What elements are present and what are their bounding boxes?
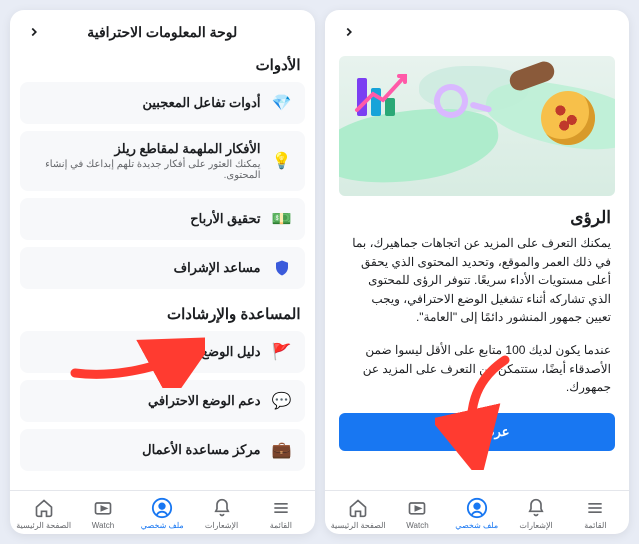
- dashboard-content: الأدوات 💎 أدوات تفاعل المعجبين 💡 الأفكار…: [10, 50, 315, 490]
- nav-notifications[interactable]: الإشعارات: [506, 497, 565, 530]
- nav-label: الإشعارات: [205, 521, 238, 530]
- flag-icon: 🚩: [271, 341, 293, 363]
- item-label: تحقيق الأرباح: [32, 211, 261, 227]
- nav-watch[interactable]: Watch: [388, 497, 447, 530]
- bell-icon: [525, 497, 547, 519]
- nav-label: Watch: [92, 521, 114, 530]
- back-icon[interactable]: [24, 22, 44, 42]
- shield-icon: [271, 257, 293, 279]
- nav-label: القائمة: [270, 521, 292, 530]
- nav-profile[interactable]: ملف شخصي: [447, 497, 506, 530]
- insights-body: يمكنك التعرف على المزيد عن اتجاهات جماهي…: [325, 234, 630, 337]
- item-label: الأفكار الملهمة لمقاطع ريلز: [32, 141, 261, 157]
- section-help-title: المساعدة والإرشادات: [10, 299, 315, 331]
- help-business-center[interactable]: 💼 مركز مساعدة الأعمال: [20, 429, 305, 471]
- insights-title: الرؤى: [325, 204, 630, 234]
- item-label: أدوات تفاعل المعجبين: [32, 95, 261, 111]
- home-icon: [33, 497, 55, 519]
- help-pro-mode-guide[interactable]: 🚩 دليل الوضع الاحترافي: [20, 331, 305, 373]
- nav-label: القائمة: [584, 521, 606, 530]
- item-label: مساعد الإشراف: [32, 260, 261, 276]
- nav-home[interactable]: الصفحة الرئيسية: [329, 497, 388, 530]
- nav-label: الإشعارات: [519, 521, 552, 530]
- header: [325, 10, 630, 50]
- menu-icon: [584, 497, 606, 519]
- menu-icon: [270, 497, 292, 519]
- nav-profile[interactable]: ملف شخصي: [133, 497, 192, 530]
- insights-note: عندما يكون لديك 100 متابع على الأقل ليسو…: [325, 337, 630, 409]
- header: لوحة المعلومات الاحترافية: [10, 10, 315, 50]
- bottom-nav: القائمة الإشعارات ملف شخصي Watch الصفحة …: [325, 490, 630, 534]
- page-title: لوحة المعلومات الاحترافية: [52, 24, 273, 41]
- diamond-icon: 💎: [271, 92, 293, 114]
- watch-icon: [406, 497, 428, 519]
- nav-label: الصفحة الرئيسية: [331, 521, 386, 530]
- item-label: دعم الوضع الاحترافي: [32, 393, 261, 409]
- bell-icon: [211, 497, 233, 519]
- nav-menu[interactable]: القائمة: [251, 497, 310, 530]
- tool-reels-ideas[interactable]: 💡 الأفكار الملهمة لمقاطع ريلز يمكنك العث…: [20, 131, 305, 191]
- chat-icon: 💬: [271, 390, 293, 412]
- nav-label: الصفحة الرئيسية: [16, 521, 71, 530]
- item-label: مركز مساعدة الأعمال: [32, 442, 261, 458]
- help-pro-mode-support[interactable]: 💬 دعم الوضع الاحترافي: [20, 380, 305, 422]
- nav-watch[interactable]: Watch: [73, 497, 132, 530]
- profile-icon: [466, 497, 488, 519]
- tool-moderation-assist[interactable]: مساعد الإشراف: [20, 247, 305, 289]
- nav-label: Watch: [406, 521, 428, 530]
- profile-icon: [151, 497, 173, 519]
- insights-content: الرؤى يمكنك التعرف على المزيد عن اتجاهات…: [325, 50, 630, 490]
- back-icon[interactable]: [339, 22, 359, 42]
- nav-menu[interactable]: القائمة: [566, 497, 625, 530]
- help-list: 🚩 دليل الوضع الاحترافي 💬 دعم الوضع الاحت…: [10, 331, 315, 471]
- section-tools-title: الأدوات: [10, 50, 315, 82]
- nav-label: ملف شخصي: [455, 521, 498, 530]
- home-icon: [347, 497, 369, 519]
- nav-label: ملف شخصي: [141, 521, 184, 530]
- briefcase-icon: 💼: [271, 439, 293, 461]
- insights-hero-illustration: [339, 56, 616, 196]
- watch-icon: [92, 497, 114, 519]
- phone-insights: الرؤى يمكنك التعرف على المزيد عن اتجاهات…: [325, 10, 630, 534]
- phone-dashboard: لوحة المعلومات الاحترافية الأدوات 💎 أدوا…: [10, 10, 315, 534]
- bulb-icon: 💡: [271, 150, 293, 172]
- tool-monetization[interactable]: 💵 تحقيق الأرباح: [20, 198, 305, 240]
- bottom-nav: القائمة الإشعارات ملف شخصي Watch الصفحة …: [10, 490, 315, 534]
- view-insights-button[interactable]: عرض الرؤى: [339, 413, 616, 451]
- item-sub: يمكنك العثور على أفكار جديدة تلهم إبداعك…: [32, 159, 261, 181]
- money-icon: 💵: [271, 208, 293, 230]
- tool-fan-engagement[interactable]: 💎 أدوات تفاعل المعجبين: [20, 82, 305, 124]
- item-label: دليل الوضع الاحترافي: [32, 344, 261, 360]
- nav-notifications[interactable]: الإشعارات: [192, 497, 251, 530]
- tools-list: 💎 أدوات تفاعل المعجبين 💡 الأفكار الملهمة…: [10, 82, 315, 289]
- nav-home[interactable]: الصفحة الرئيسية: [14, 497, 73, 530]
